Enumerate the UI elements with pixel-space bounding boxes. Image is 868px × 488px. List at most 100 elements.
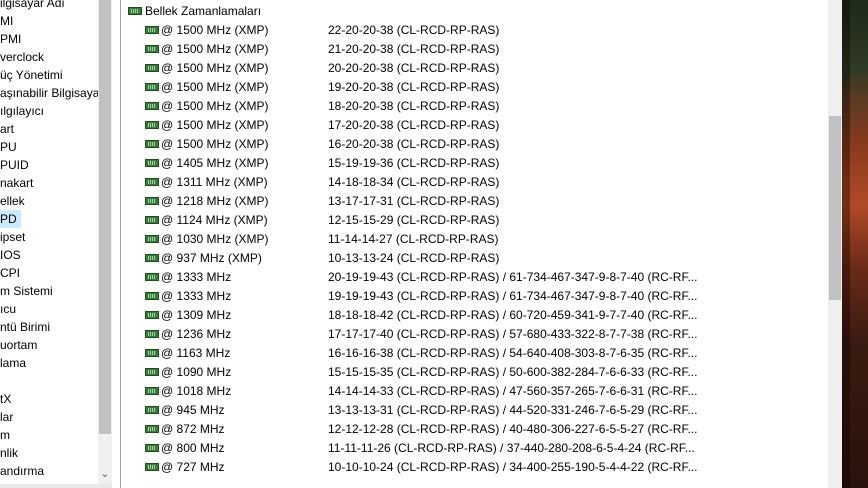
timing-value: 19-19-19-43 (CL-RCD-RP-RAS) / 61-734-467… <box>328 289 698 303</box>
timing-frequency: @ 1163 MHz <box>161 346 231 360</box>
tree-item[interactable]: ıcu <box>0 300 20 318</box>
tree-item[interactable]: üç Yönetimi <box>0 66 66 84</box>
memory-module-icon <box>145 349 159 357</box>
memory-module-icon <box>145 45 159 53</box>
tree-item[interactable]: nlik <box>0 444 22 462</box>
timing-value: 12-12-12-28 (CL-RCD-RP-RAS) / 40-480-306… <box>328 422 698 436</box>
desktop-wallpaper <box>842 0 868 488</box>
memory-module-icon <box>145 178 159 186</box>
timing-frequency: @ 727 MHz <box>161 460 225 474</box>
memory-module-icon <box>145 368 159 376</box>
tree-horizontal-scrollbar[interactable] <box>0 484 112 488</box>
memory-module-icon <box>145 273 159 281</box>
timing-value: 14-18-18-34 (CL-RCD-RP-RAS) <box>328 175 500 189</box>
tree-item[interactable]: MI <box>0 12 17 30</box>
timing-value: 10-13-13-24 (CL-RCD-RP-RAS) <box>328 251 500 265</box>
timing-frequency: @ 1311 MHz (XMP) <box>161 175 268 189</box>
memory-module-icon <box>145 330 159 338</box>
tree-item[interactable]: PUID <box>0 156 33 174</box>
timing-value: 15-19-19-36 (CL-RCD-RP-RAS) <box>328 156 500 170</box>
timing-frequency: @ 1333 MHz <box>161 289 232 303</box>
timing-value: 13-17-17-31 (CL-RCD-RP-RAS) <box>328 194 500 208</box>
tree-scrollbar-thumb[interactable] <box>99 0 111 434</box>
timing-frequency: @ 1500 MHz (XMP) <box>161 42 269 56</box>
tree-item[interactable]: aşınabilir Bilgisayar <box>0 84 98 102</box>
tree-item[interactable]: m <box>0 426 14 444</box>
tree-item[interactable]: andırma <box>0 462 48 480</box>
device-tree: ilgisayar Adı MI PMI verclock üç Yönetimi aşı… <box>0 0 98 488</box>
timing-frequency: @ 1090 MHz <box>161 365 232 379</box>
memory-module-icon <box>145 311 159 319</box>
timing-value: 11-11-11-26 (CL-RCD-RP-RAS) / 37-440-280… <box>328 441 695 455</box>
tree-item[interactable]: tX <box>0 390 15 408</box>
timing-frequency: @ 1500 MHz (XMP) <box>161 137 269 151</box>
timing-frequency: @ 800 MHz <box>161 441 225 455</box>
tree-item[interactable]: art <box>0 120 18 138</box>
timing-value: 20-20-20-38 (CL-RCD-RP-RAS) <box>328 61 500 75</box>
timing-value: 14-14-14-33 (CL-RCD-RP-RAS) / 47-560-357… <box>328 384 698 398</box>
timing-frequency: @ 945 MHz <box>161 403 225 417</box>
timing-value: 20-19-19-43 (CL-RCD-RP-RAS) / 61-734-467… <box>328 270 698 284</box>
tree-item[interactable]: ılgılayıcı <box>0 102 48 120</box>
tree-item[interactable]: PU <box>0 138 21 156</box>
timing-value: 13-13-13-31 (CL-RCD-RP-RAS) / 44-520-331… <box>328 403 698 417</box>
tree-item[interactable]: IOS <box>0 246 25 264</box>
timing-frequency: @ 1500 MHz (XMP) <box>161 99 269 113</box>
timing-frequency: @ 872 MHz <box>161 422 225 436</box>
tree-scroll-down-arrow[interactable]: ⌄ <box>98 466 112 482</box>
tree-item[interactable]: m Sistemi <box>0 282 57 300</box>
tree-item[interactable]: PD <box>0 210 21 228</box>
section-header-label: Bellek Zamanlamaları <box>145 4 262 18</box>
memory-module-icon <box>145 159 159 167</box>
details-list: Bellek Zamanlamaları @ 1500 MHz (XMP) 22-… <box>121 0 828 488</box>
memory-module-icon <box>145 140 159 148</box>
tree-item[interactable]: CPI <box>0 264 24 282</box>
memory-module-icon <box>145 102 159 110</box>
timing-value: 11-14-14-27 (CL-RCD-RP-RAS) <box>328 232 499 246</box>
memory-module-icon <box>145 254 159 262</box>
tree-item[interactable]: uortam <box>0 336 41 354</box>
timing-value: 16-20-20-38 (CL-RCD-RP-RAS) <box>328 137 500 151</box>
timing-value: 21-20-20-38 (CL-RCD-RP-RAS) <box>328 42 500 56</box>
timing-frequency: @ 1405 MHz (XMP) <box>161 156 269 170</box>
timing-value: 17-20-20-38 (CL-RCD-RP-RAS) <box>328 118 500 132</box>
tree-item[interactable] <box>0 372 4 390</box>
memory-module-icon <box>145 292 159 300</box>
timing-value: 16-16-16-38 (CL-RCD-RP-RAS) / 54-640-408… <box>328 346 698 360</box>
timing-frequency: @ 1500 MHz (XMP) <box>161 61 269 75</box>
memory-module-icon <box>145 463 159 471</box>
timing-frequency: @ 1030 MHz (XMP) <box>161 232 269 246</box>
tree-item[interactable]: ellek <box>0 192 29 210</box>
memory-module-icon <box>145 26 159 34</box>
tree-item[interactable]: lar <box>0 408 17 426</box>
timing-frequency: @ 1124 MHz (XMP) <box>161 213 268 227</box>
timing-value: 17-17-17-40 (CL-RCD-RP-RAS) / 57-680-433… <box>328 327 698 341</box>
timing-value: 18-18-18-42 (CL-RCD-RP-RAS) / 60-720-459… <box>328 308 698 322</box>
tree-item[interactable]: lama <box>0 354 30 372</box>
memory-module-icon <box>145 235 159 243</box>
list-scrollbar-thumb[interactable] <box>829 116 841 300</box>
timing-frequency: @ 1500 MHz (XMP) <box>161 23 269 37</box>
tree-item[interactable]: PMI <box>0 30 25 48</box>
tree-item[interactable]: verclock <box>0 48 48 66</box>
tree-item[interactable]: ilgisayar Adı <box>0 0 69 12</box>
timing-frequency: @ 1500 MHz (XMP) <box>161 118 269 132</box>
tree-item[interactable]: ntü Birimi <box>0 318 54 336</box>
timing-frequency: @ 1333 MHz <box>161 270 232 284</box>
memory-module-icon <box>145 216 159 224</box>
timing-frequency: @ 1236 MHz <box>161 327 232 341</box>
tree-item[interactable]: nakart <box>0 174 37 192</box>
timing-value: 15-15-15-35 (CL-RCD-RP-RAS) / 50-600-382… <box>328 365 698 379</box>
memory-module-icon <box>145 121 159 129</box>
memory-module-icon <box>145 64 159 72</box>
tree-item[interactable]: ipset <box>0 228 29 246</box>
memory-module-icon <box>145 83 159 91</box>
timing-value: 19-20-20-38 (CL-RCD-RP-RAS) <box>328 80 500 94</box>
memory-module-icon <box>145 425 159 433</box>
timing-frequency: @ 1309 MHz <box>161 308 232 322</box>
timing-frequency: @ 1218 MHz (XMP) <box>161 194 269 208</box>
timing-frequency: @ 937 MHz (XMP) <box>161 251 262 265</box>
memory-module-icon <box>145 406 159 414</box>
memory-module-icon <box>128 7 142 15</box>
timing-value: 12-15-15-29 (CL-RCD-RP-RAS) <box>328 213 500 227</box>
